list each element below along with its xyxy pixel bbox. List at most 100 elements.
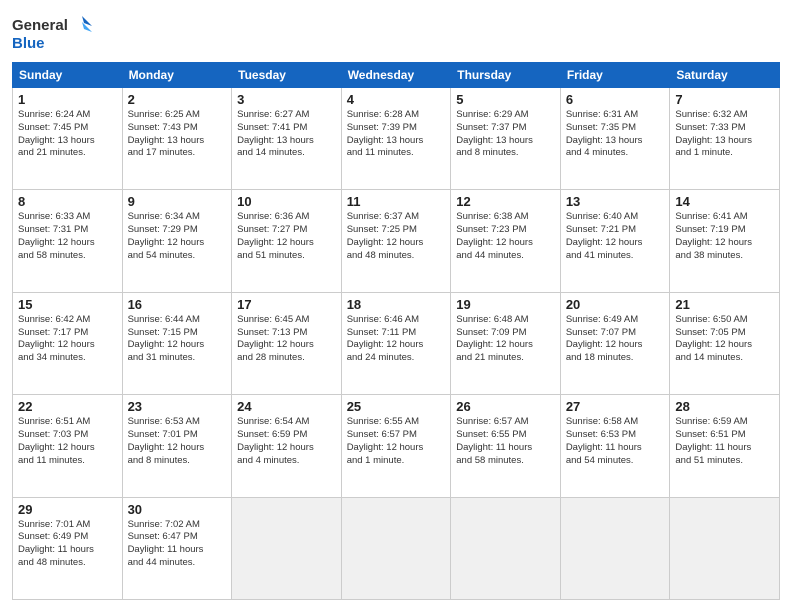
cell-info: Sunrise: 7:02 AMSunset: 6:47 PMDaylight:…: [128, 519, 227, 570]
calendar-cell: 5 Sunrise: 6:29 AMSunset: 7:37 PMDaylight…: [451, 88, 561, 190]
day-number: 29: [18, 502, 117, 517]
cell-info: Sunrise: 6:57 AMSunset: 6:55 PMDaylight:…: [456, 416, 555, 467]
calendar-week-row: 15 Sunrise: 6:42 AMSunset: 7:17 PMDayligh…: [13, 292, 780, 394]
calendar-cell: 16Sunrise: 6:44 AMSunset: 7:15 PMDayligh…: [122, 292, 232, 394]
calendar-cell: [232, 497, 342, 599]
day-number: 27: [566, 399, 665, 414]
calendar-header-row: SundayMondayTuesdayWednesdayThursdayFrid…: [13, 63, 780, 88]
calendar-cell: 28 Sunrise: 6:59 AMSunset: 6:51 PMDayligh…: [670, 395, 780, 497]
cell-info: Sunrise: 6:48 AMSunset: 7:09 PMDaylight:…: [456, 314, 555, 365]
calendar-cell: [670, 497, 780, 599]
calendar-cell: 8 Sunrise: 6:33 AMSunset: 7:31 PMDaylight…: [13, 190, 123, 292]
cell-info: Sunrise: 6:29 AMSunset: 7:37 PMDaylight:…: [456, 109, 555, 160]
cell-info: Sunrise: 6:41 AMSunset: 7:19 PMDaylight:…: [675, 211, 774, 262]
calendar-cell: 1 Sunrise: 6:24 AMSunset: 7:45 PMDaylight…: [13, 88, 123, 190]
page: General Blue SundayMondayTuesdayWednesda…: [0, 0, 792, 612]
calendar-cell: 20 Sunrise: 6:49 AMSunset: 7:07 PMDayligh…: [560, 292, 670, 394]
cell-info: Sunrise: 6:38 AMSunset: 7:23 PMDaylight:…: [456, 211, 555, 262]
calendar-cell: 21 Sunrise: 6:50 AMSunset: 7:05 PMDayligh…: [670, 292, 780, 394]
calendar-cell: 12Sunrise: 6:38 AMSunset: 7:23 PMDayligh…: [451, 190, 561, 292]
calendar-cell: 18Sunrise: 6:46 AMSunset: 7:11 PMDayligh…: [341, 292, 451, 394]
calendar-cell: 11 Sunrise: 6:37 AMSunset: 7:25 PMDayligh…: [341, 190, 451, 292]
calendar-cell: 19 Sunrise: 6:48 AMSunset: 7:09 PMDayligh…: [451, 292, 561, 394]
cell-info: Sunrise: 6:58 AMSunset: 6:53 PMDaylight:…: [566, 416, 665, 467]
day-number: 22: [18, 399, 117, 414]
cell-info: Sunrise: 6:49 AMSunset: 7:07 PMDaylight:…: [566, 314, 665, 365]
cell-info: Sunrise: 6:54 AMSunset: 6:59 PMDaylight:…: [237, 416, 336, 467]
calendar-cell: [560, 497, 670, 599]
calendar-day-header: Thursday: [451, 63, 561, 88]
day-number: 17: [237, 297, 336, 312]
calendar-cell: 7Sunrise: 6:32 AMSunset: 7:33 PMDaylight…: [670, 88, 780, 190]
day-number: 1: [18, 92, 117, 107]
calendar-cell: [451, 497, 561, 599]
calendar-cell: 17 Sunrise: 6:45 AMSunset: 7:13 PMDayligh…: [232, 292, 342, 394]
calendar-cell: 26 Sunrise: 6:57 AMSunset: 6:55 PMDayligh…: [451, 395, 561, 497]
day-number: 10: [237, 194, 336, 209]
cell-info: Sunrise: 6:51 AMSunset: 7:03 PMDaylight:…: [18, 416, 117, 467]
svg-text:Blue: Blue: [12, 35, 45, 52]
calendar-day-header: Tuesday: [232, 63, 342, 88]
day-number: 15: [18, 297, 117, 312]
calendar-week-row: 1 Sunrise: 6:24 AMSunset: 7:45 PMDaylight…: [13, 88, 780, 190]
cell-info: Sunrise: 6:40 AMSunset: 7:21 PMDaylight:…: [566, 211, 665, 262]
cell-info: Sunrise: 7:01 AMSunset: 6:49 PMDaylight:…: [18, 519, 117, 570]
calendar-cell: 6 Sunrise: 6:31 AMSunset: 7:35 PMDaylight…: [560, 88, 670, 190]
cell-info: Sunrise: 6:28 AMSunset: 7:39 PMDaylight:…: [347, 109, 446, 160]
day-number: 6: [566, 92, 665, 107]
day-number: 30: [128, 502, 227, 517]
cell-info: Sunrise: 6:34 AMSunset: 7:29 PMDaylight:…: [128, 211, 227, 262]
calendar-cell: 3Sunrise: 6:27 AMSunset: 7:41 PMDaylight…: [232, 88, 342, 190]
day-number: 4: [347, 92, 446, 107]
logo: General Blue: [12, 12, 92, 54]
cell-info: Sunrise: 6:55 AMSunset: 6:57 PMDaylight:…: [347, 416, 446, 467]
cell-info: Sunrise: 6:31 AMSunset: 7:35 PMDaylight:…: [566, 109, 665, 160]
calendar-cell: 30 Sunrise: 7:02 AMSunset: 6:47 PMDayligh…: [122, 497, 232, 599]
calendar-cell: 29 Sunrise: 7:01 AMSunset: 6:49 PMDayligh…: [13, 497, 123, 599]
day-number: 25: [347, 399, 446, 414]
cell-info: Sunrise: 6:33 AMSunset: 7:31 PMDaylight:…: [18, 211, 117, 262]
day-number: 7: [675, 92, 774, 107]
day-number: 26: [456, 399, 555, 414]
day-number: 28: [675, 399, 774, 414]
day-number: 8: [18, 194, 117, 209]
day-number: 14: [675, 194, 774, 209]
cell-info: Sunrise: 6:27 AMSunset: 7:41 PMDaylight:…: [237, 109, 336, 160]
calendar-cell: [341, 497, 451, 599]
cell-info: Sunrise: 6:36 AMSunset: 7:27 PMDaylight:…: [237, 211, 336, 262]
calendar-week-row: 22 Sunrise: 6:51 AMSunset: 7:03 PMDayligh…: [13, 395, 780, 497]
day-number: 9: [128, 194, 227, 209]
day-number: 5: [456, 92, 555, 107]
cell-info: Sunrise: 6:44 AMSunset: 7:15 PMDaylight:…: [128, 314, 227, 365]
calendar-week-row: 29 Sunrise: 7:01 AMSunset: 6:49 PMDayligh…: [13, 497, 780, 599]
calendar-cell: 13 Sunrise: 6:40 AMSunset: 7:21 PMDayligh…: [560, 190, 670, 292]
calendar-cell: 4 Sunrise: 6:28 AMSunset: 7:39 PMDaylight…: [341, 88, 451, 190]
day-number: 2: [128, 92, 227, 107]
cell-info: Sunrise: 6:46 AMSunset: 7:11 PMDaylight:…: [347, 314, 446, 365]
calendar-cell: 10 Sunrise: 6:36 AMSunset: 7:27 PMDayligh…: [232, 190, 342, 292]
calendar-cell: 2 Sunrise: 6:25 AMSunset: 7:43 PMDaylight…: [122, 88, 232, 190]
day-number: 13: [566, 194, 665, 209]
cell-info: Sunrise: 6:50 AMSunset: 7:05 PMDaylight:…: [675, 314, 774, 365]
calendar-cell: 25 Sunrise: 6:55 AMSunset: 6:57 PMDayligh…: [341, 395, 451, 497]
cell-info: Sunrise: 6:42 AMSunset: 7:17 PMDaylight:…: [18, 314, 117, 365]
day-number: 21: [675, 297, 774, 312]
cell-info: Sunrise: 6:24 AMSunset: 7:45 PMDaylight:…: [18, 109, 117, 160]
day-number: 11: [347, 194, 446, 209]
calendar-week-row: 8 Sunrise: 6:33 AMSunset: 7:31 PMDaylight…: [13, 190, 780, 292]
cell-info: Sunrise: 6:25 AMSunset: 7:43 PMDaylight:…: [128, 109, 227, 160]
calendar-cell: 9 Sunrise: 6:34 AMSunset: 7:29 PMDaylight…: [122, 190, 232, 292]
calendar-cell: 27 Sunrise: 6:58 AMSunset: 6:53 PMDayligh…: [560, 395, 670, 497]
calendar-day-header: Friday: [560, 63, 670, 88]
calendar-day-header: Wednesday: [341, 63, 451, 88]
cell-info: Sunrise: 6:59 AMSunset: 6:51 PMDaylight:…: [675, 416, 774, 467]
cell-info: Sunrise: 6:37 AMSunset: 7:25 PMDaylight:…: [347, 211, 446, 262]
header: General Blue: [12, 12, 780, 54]
calendar-cell: 24Sunrise: 6:54 AMSunset: 6:59 PMDayligh…: [232, 395, 342, 497]
calendar-cell: 23Sunrise: 6:53 AMSunset: 7:01 PMDayligh…: [122, 395, 232, 497]
calendar-day-header: Monday: [122, 63, 232, 88]
cell-info: Sunrise: 6:45 AMSunset: 7:13 PMDaylight:…: [237, 314, 336, 365]
day-number: 20: [566, 297, 665, 312]
day-number: 19: [456, 297, 555, 312]
svg-text:General: General: [12, 17, 68, 34]
